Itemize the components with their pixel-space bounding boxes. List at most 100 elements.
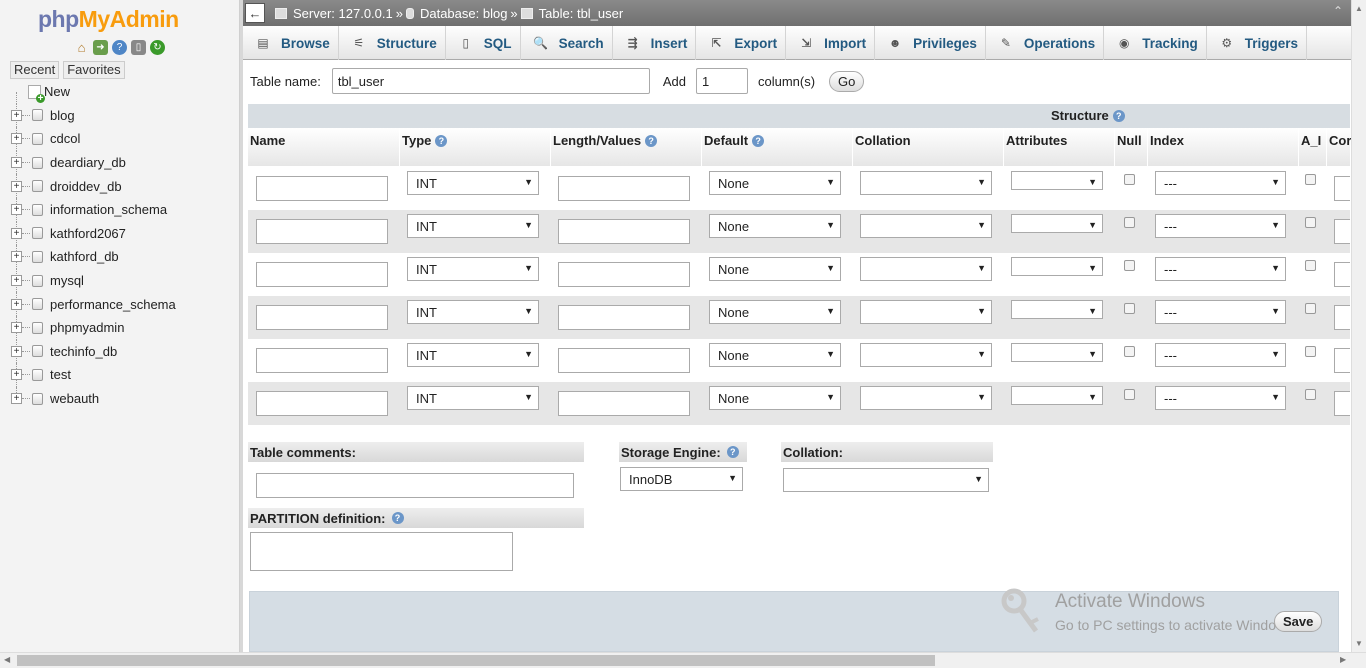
tab-structure[interactable]: ⚟ Structure xyxy=(339,26,446,60)
null-checkbox[interactable] xyxy=(1124,389,1135,400)
help-icon[interactable]: ? xyxy=(726,446,739,458)
column-name-input[interactable] xyxy=(256,305,388,330)
type-select[interactable]: INT xyxy=(407,171,539,195)
collapse-icon[interactable]: ⌃ xyxy=(1333,4,1343,18)
null-checkbox[interactable] xyxy=(1124,303,1135,314)
collation-select[interactable] xyxy=(860,257,992,281)
length-values-input[interactable] xyxy=(558,391,690,416)
collation-select[interactable] xyxy=(860,386,992,410)
tab-import[interactable]: ⇲ Import xyxy=(786,26,876,60)
length-values-input[interactable] xyxy=(558,305,690,330)
length-values-input[interactable] xyxy=(558,348,690,373)
column-name-input[interactable] xyxy=(256,176,388,201)
length-values-input[interactable] xyxy=(558,219,690,244)
index-select[interactable]: --- xyxy=(1155,214,1286,238)
tab-tracking[interactable]: ◉ Tracking xyxy=(1104,26,1207,60)
tree-item-kathford2067[interactable]: + kathford2067 xyxy=(8,221,176,246)
add-columns-input[interactable]: 1 xyxy=(695,68,748,94)
tab-insert[interactable]: ⇶ Insert xyxy=(613,26,697,60)
auto-increment-checkbox[interactable] xyxy=(1305,346,1316,357)
attributes-select[interactable] xyxy=(1011,343,1103,362)
phpmyadmin-logo[interactable]: phpMyAdmin xyxy=(38,6,179,33)
tree-item-techinfo_db[interactable]: + techinfo_db xyxy=(8,339,176,364)
column-name-input[interactable] xyxy=(256,348,388,373)
length-values-input[interactable] xyxy=(558,262,690,287)
type-select[interactable]: INT xyxy=(407,343,539,367)
expand-icon[interactable]: + xyxy=(11,251,22,263)
help-icon[interactable]: ? xyxy=(435,134,448,147)
scroll-up-icon[interactable]: ▲ xyxy=(1355,4,1363,13)
tree-item-blog[interactable]: + blog xyxy=(8,103,176,128)
tree-item-deardiary_db[interactable]: + deardiary_db xyxy=(8,150,176,175)
tree-item-droiddev_db[interactable]: + droiddev_db xyxy=(8,174,176,198)
index-select[interactable]: --- xyxy=(1155,171,1286,195)
type-select[interactable]: INT xyxy=(407,257,539,281)
tree-item-kathford_db[interactable]: + kathford_db xyxy=(8,245,176,269)
type-select[interactable]: INT xyxy=(407,214,539,238)
attributes-select[interactable] xyxy=(1011,257,1103,276)
default-select[interactable]: None xyxy=(709,343,841,367)
tab-search[interactable]: 🔍 Search xyxy=(521,26,613,60)
null-checkbox[interactable] xyxy=(1124,346,1135,357)
scroll-down-icon[interactable]: ▼ xyxy=(1355,639,1363,648)
collation-select[interactable] xyxy=(860,214,992,238)
expand-icon[interactable]: + xyxy=(11,275,22,287)
home-icon[interactable]: ⌂ xyxy=(74,40,89,55)
default-select[interactable]: None xyxy=(709,386,841,410)
tree-item-phpmyadmin[interactable]: + phpmyadmin xyxy=(8,315,176,340)
auto-increment-checkbox[interactable] xyxy=(1305,260,1316,271)
go-button[interactable]: Go xyxy=(829,70,865,92)
tree-item-webauth[interactable]: + webauth xyxy=(8,386,176,411)
favorites-button[interactable]: Favorites xyxy=(63,61,125,79)
collation-select[interactable] xyxy=(860,171,992,195)
help-icon[interactable]: ? xyxy=(752,134,765,147)
table-comments-input[interactable] xyxy=(256,473,574,498)
attributes-select[interactable] xyxy=(1011,386,1103,405)
index-select[interactable]: --- xyxy=(1155,386,1286,410)
panel-resizer[interactable] xyxy=(240,0,243,652)
scroll-right-icon[interactable]: ▶ xyxy=(1340,655,1346,664)
index-select[interactable]: --- xyxy=(1155,300,1286,324)
expand-icon[interactable]: + xyxy=(11,322,22,334)
index-select[interactable]: --- xyxy=(1155,257,1286,281)
length-values-input[interactable] xyxy=(558,176,690,201)
null-checkbox[interactable] xyxy=(1124,260,1135,271)
default-select[interactable]: None xyxy=(709,171,841,195)
expand-icon[interactable]: + xyxy=(11,393,22,405)
default-select[interactable]: None xyxy=(709,257,841,281)
breadcrumb-database[interactable]: Database: blog xyxy=(420,6,507,21)
auto-increment-checkbox[interactable] xyxy=(1305,217,1316,228)
help-icon[interactable]: ? xyxy=(391,512,404,524)
expand-icon[interactable]: + xyxy=(11,133,22,145)
column-name-input[interactable] xyxy=(256,219,388,244)
back-arrow-icon[interactable]: ← xyxy=(245,3,265,23)
scroll-left-icon[interactable]: ◀ xyxy=(4,655,10,664)
breadcrumb-table[interactable]: Table: tbl_user xyxy=(539,6,624,21)
expand-icon[interactable]: + xyxy=(11,345,22,357)
table-collation-select[interactable] xyxy=(783,468,989,492)
docs-icon[interactable]: ▯ xyxy=(131,40,146,55)
auto-increment-checkbox[interactable] xyxy=(1305,174,1316,185)
recent-button[interactable]: Recent xyxy=(10,61,60,79)
tab-sql[interactable]: ▯ SQL xyxy=(446,26,521,60)
null-checkbox[interactable] xyxy=(1124,217,1135,228)
attributes-select[interactable] xyxy=(1011,214,1103,233)
breadcrumb-server[interactable]: Server: 127.0.0.1 xyxy=(293,6,393,21)
expand-icon[interactable]: + xyxy=(11,204,22,216)
tab-operations[interactable]: ✎ Operations xyxy=(986,26,1105,60)
column-name-input[interactable] xyxy=(256,262,388,287)
attributes-select[interactable] xyxy=(1011,300,1103,319)
tab-browse[interactable]: ▤ Browse xyxy=(243,26,339,60)
comments-input[interactable] xyxy=(1334,176,1350,201)
auto-increment-checkbox[interactable] xyxy=(1305,389,1316,400)
expand-icon[interactable]: + xyxy=(11,109,22,121)
collation-select[interactable] xyxy=(860,343,992,367)
column-name-input[interactable] xyxy=(256,391,388,416)
tab-export[interactable]: ⇱ Export xyxy=(696,26,787,60)
save-button[interactable]: Save xyxy=(1274,611,1323,632)
type-select[interactable]: INT xyxy=(407,300,539,324)
comments-input[interactable] xyxy=(1334,262,1350,287)
scroll-thumb[interactable] xyxy=(17,655,935,666)
collation-select[interactable] xyxy=(860,300,992,324)
horizontal-scrollbar[interactable]: ◀ ▶ xyxy=(0,652,1366,668)
